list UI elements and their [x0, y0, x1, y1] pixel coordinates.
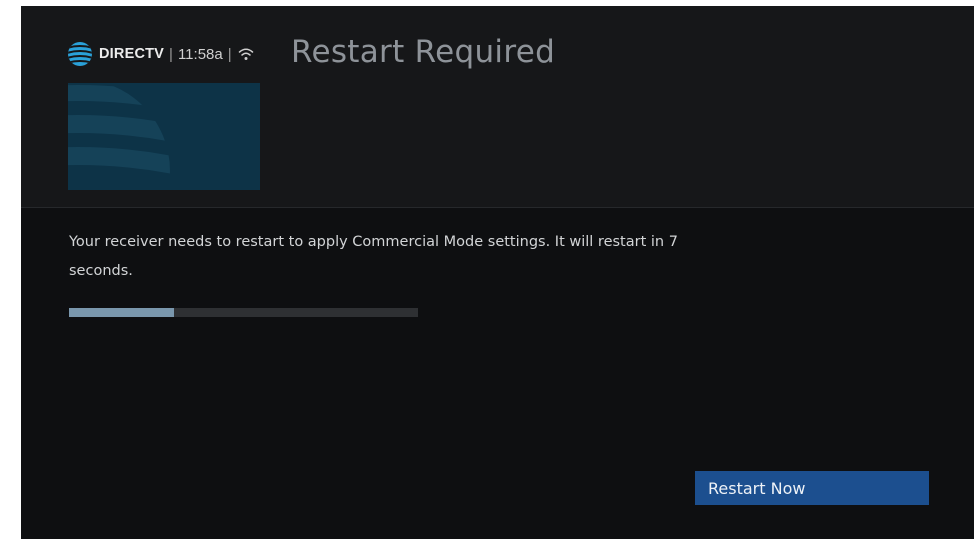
- status-separator: |: [227, 45, 232, 63]
- header-panel: DIRECTV | 11:58a | Restart Required: [21, 6, 974, 208]
- restart-now-button[interactable]: Restart Now: [695, 471, 929, 505]
- wifi-icon: [238, 48, 253, 60]
- brand-name: DIRECTV: [99, 46, 165, 62]
- status-bar: DIRECTV | 11:58a |: [66, 41, 254, 67]
- restart-progress-bar: [69, 308, 418, 317]
- channel-thumbnail: [68, 83, 260, 190]
- status-separator: |: [169, 45, 173, 63]
- restart-progress-fill: [69, 308, 174, 317]
- page-title: Restart Required: [291, 34, 556, 70]
- tv-screen: DIRECTV | 11:58a | Restart Required Your…: [21, 6, 974, 539]
- att-globe-icon: [68, 42, 92, 66]
- clock: 11:58a: [177, 45, 223, 63]
- restart-message: Your receiver needs to restart to apply …: [69, 234, 678, 279]
- att-globe-watermark-icon: [68, 85, 170, 175]
